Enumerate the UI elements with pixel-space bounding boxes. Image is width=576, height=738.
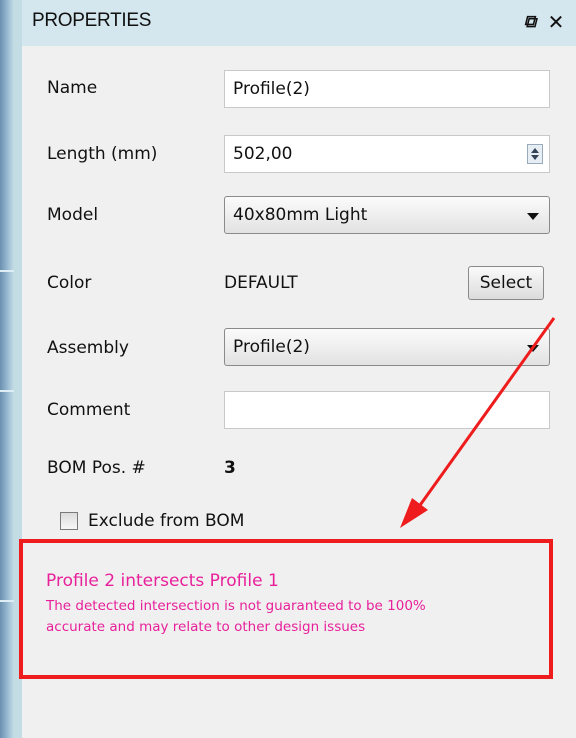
annotation-arrow-line <box>416 317 556 509</box>
annotation-arrowhead-icon <box>400 498 428 528</box>
annotation-arrow <box>400 317 556 528</box>
